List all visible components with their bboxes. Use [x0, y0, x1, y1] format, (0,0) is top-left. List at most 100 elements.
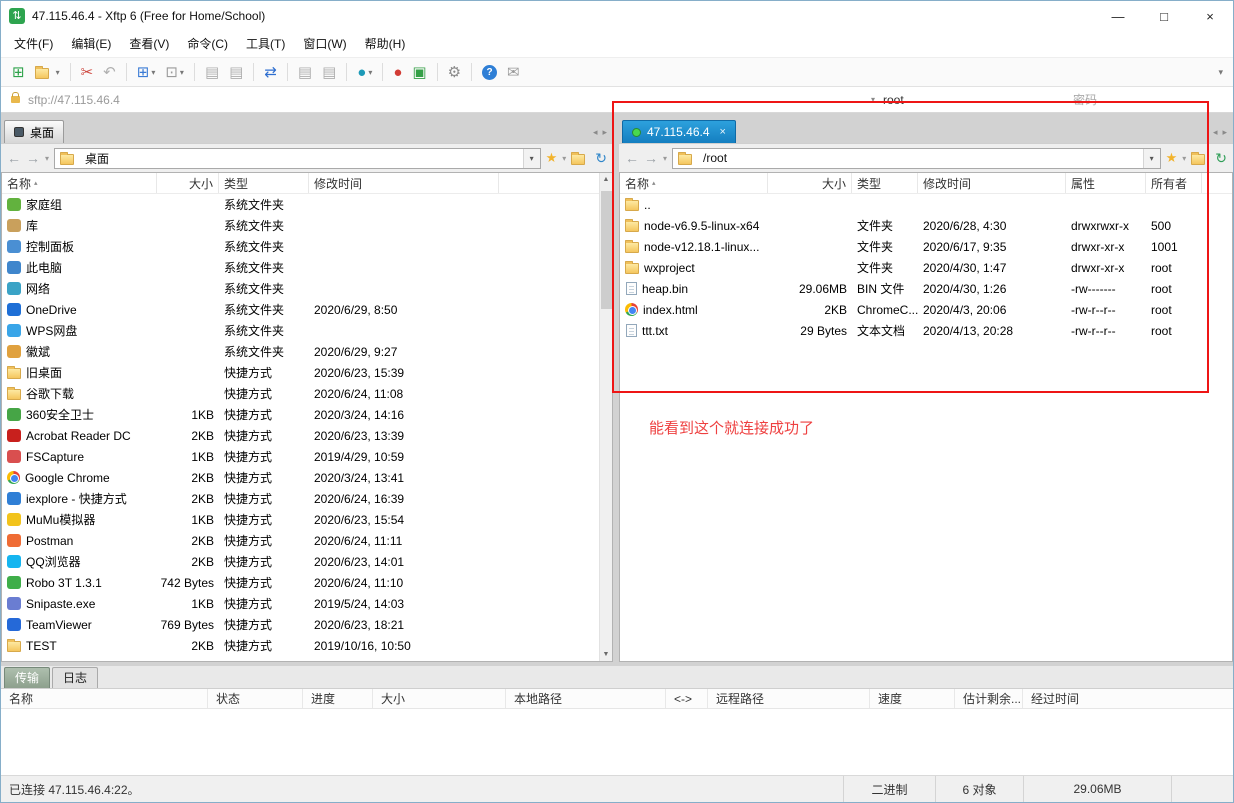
favorites-caret-icon[interactable]: ▾ — [562, 154, 566, 163]
tab-scroll-right-icon[interactable]: ▸ — [602, 127, 607, 138]
paste-doc-button[interactable]: ▤ — [225, 60, 247, 84]
menu-w[interactable]: 窗口(W) — [294, 33, 355, 55]
file-row[interactable]: 库 系统文件夹 — [2, 215, 612, 236]
history-caret-icon[interactable]: ▾ — [663, 154, 667, 163]
file-row[interactable]: MuMu模拟器 1KB 快捷方式 2020/6/23, 15:54 — [2, 509, 612, 530]
transfer-column-0[interactable]: 名称 — [1, 689, 208, 708]
file-row[interactable]: 网络 系统文件夹 — [2, 278, 612, 299]
cut-button[interactable]: ✂ — [77, 60, 98, 84]
transfer-column-3[interactable]: 大小 — [373, 689, 506, 708]
file-row[interactable]: index.html 2KB ChromeC... 2020/4/3, 20:06 -r… — [620, 299, 1232, 320]
local-tab-desktop[interactable]: 桌面 — [4, 120, 65, 143]
compare-right-button[interactable]: ▤ — [318, 60, 340, 84]
file-row[interactable]: node-v12.18.1-linux... 文件夹 2020/6/17, 9:35… — [620, 236, 1232, 257]
forward-icon[interactable]: → — [26, 151, 40, 165]
file-row[interactable]: 此电脑 系统文件夹 — [2, 257, 612, 278]
file-row[interactable]: 徽斌 系统文件夹 2020/6/29, 9:27 — [2, 341, 612, 362]
column-header-size[interactable]: 大小 — [768, 173, 852, 193]
transfer-column-7[interactable]: 速度 — [870, 689, 955, 708]
file-row[interactable]: wxproject 文件夹 2020/4/30, 1:47 drwxr-xr-x roo… — [620, 257, 1232, 278]
scrollbar-thumb[interactable] — [601, 191, 612, 309]
history-caret-icon[interactable]: ▾ — [45, 154, 49, 163]
tab-scroll-left-icon[interactable]: ◂ — [1213, 127, 1218, 138]
help-button[interactable]: ? — [478, 60, 501, 84]
file-row[interactable]: 旧桌面 快捷方式 2020/6/23, 15:39 — [2, 362, 612, 383]
file-row[interactable]: .. — [620, 194, 1232, 215]
file-row[interactable]: WPS网盘 系统文件夹 — [2, 320, 612, 341]
undo-button[interactable]: ↶ — [99, 60, 120, 84]
minimize-button[interactable]: — — [1095, 1, 1141, 31]
tab-log[interactable]: 日志 — [52, 667, 99, 688]
file-row[interactable]: iexplore - 快捷方式 2KB 快捷方式 2020/6/24, 16:39 — [2, 488, 612, 509]
home-folder-icon[interactable] — [1191, 151, 1206, 165]
settings-button[interactable]: ⚙ — [444, 60, 465, 84]
menu-v[interactable]: 查看(V) — [120, 33, 178, 55]
file-row[interactable]: Postman 2KB 快捷方式 2020/6/24, 11:11 — [2, 530, 612, 551]
remote-tab-session[interactable]: 47.115.46.4 × — [622, 120, 736, 143]
combo-caret-icon[interactable]: ▾ — [1142, 148, 1160, 168]
file-row[interactable]: 控制面板 系统文件夹 — [2, 236, 612, 257]
username-field[interactable] — [883, 92, 1073, 107]
column-header-type[interactable]: 类型 — [852, 173, 918, 193]
window-layout-button[interactable]: ⊡ ▾ — [161, 60, 188, 84]
column-header-attr[interactable]: 属性 — [1066, 173, 1146, 193]
file-row[interactable]: Snipaste.exe 1KB 快捷方式 2019/5/24, 14:03 — [2, 593, 612, 614]
file-row[interactable]: FSCapture 1KB 快捷方式 2019/4/29, 10:59 — [2, 446, 612, 467]
back-icon[interactable]: ← — [7, 151, 21, 165]
open-session-button[interactable]: ▾ — [31, 60, 64, 84]
refresh-icon[interactable]: ↻ — [595, 151, 607, 165]
address-input[interactable] — [28, 92, 863, 107]
tab-close-icon[interactable]: × — [720, 126, 726, 138]
toolbar-overflow-icon[interactable]: ▾ — [1218, 67, 1227, 78]
new-transfer-button[interactable]: ⊞ ▾ — [133, 60, 160, 84]
feedback-button[interactable]: ✉ — [503, 60, 524, 84]
file-row[interactable]: QQ浏览器 2KB 快捷方式 2020/6/23, 14:01 — [2, 551, 612, 572]
favorites-icon[interactable]: ★ — [1166, 150, 1178, 166]
address-caret-icon[interactable]: ▾ — [871, 95, 875, 104]
execute-button[interactable]: ▣ — [408, 60, 430, 84]
home-folder-icon[interactable] — [571, 151, 586, 165]
record-button[interactable]: ● — [389, 60, 406, 84]
transfer-column-1[interactable]: 状态 — [208, 689, 303, 708]
tab-scroll-left-icon[interactable]: ◂ — [593, 127, 598, 138]
transfer-column-5[interactable]: <-> — [666, 689, 708, 708]
remote-path-combo[interactable]: /root ▾ — [672, 147, 1161, 169]
local-path-combo[interactable]: 桌面 ▾ — [54, 147, 541, 169]
file-row[interactable]: Google Chrome 2KB 快捷方式 2020/3/24, 13:41 — [2, 467, 612, 488]
menu-c[interactable]: 命令(C) — [178, 33, 237, 55]
refresh-icon[interactable]: ↻ — [1215, 151, 1227, 165]
menu-e[interactable]: 编辑(E) — [62, 33, 120, 55]
transfer-column-2[interactable]: 进度 — [303, 689, 373, 708]
favorites-icon[interactable]: ★ — [546, 150, 558, 166]
column-header-type[interactable]: 类型 — [219, 173, 309, 193]
column-header-size[interactable]: 大小 — [157, 173, 219, 193]
file-row[interactable]: OneDrive 系统文件夹 2020/6/29, 8:50 — [2, 299, 612, 320]
menu-f[interactable]: 文件(F) — [5, 33, 62, 55]
transfer-column-6[interactable]: 远程路径 — [708, 689, 870, 708]
tab-transfer[interactable]: 传输 — [4, 667, 51, 688]
new-session-button[interactable]: ⊞ — [8, 60, 29, 84]
file-row[interactable]: TeamViewer 769 Bytes 快捷方式 2020/6/23, 18:21 — [2, 614, 612, 635]
file-row[interactable]: TEST 2KB 快捷方式 2019/10/16, 10:50 — [2, 635, 612, 656]
file-row[interactable]: Robo 3T 1.3.1 742 Bytes 快捷方式 2020/6/24, 11:… — [2, 572, 612, 593]
file-row[interactable]: node-v6.9.5-linux-x64 文件夹 2020/6/28, 4:30 d… — [620, 215, 1232, 236]
menu-t[interactable]: 工具(T) — [237, 33, 294, 55]
file-row[interactable]: 360安全卫士 1KB 快捷方式 2020/3/24, 14:16 — [2, 404, 612, 425]
back-icon[interactable]: ← — [625, 151, 639, 165]
forward-icon[interactable]: → — [644, 151, 658, 165]
file-row[interactable]: 谷歌下载 快捷方式 2020/6/24, 11:08 — [2, 383, 612, 404]
favorites-caret-icon[interactable]: ▾ — [1182, 154, 1186, 163]
scroll-up-icon[interactable]: ▲ — [603, 176, 610, 183]
file-row[interactable]: 家庭组 系统文件夹 — [2, 194, 612, 215]
combo-caret-icon[interactable]: ▾ — [522, 148, 540, 168]
maximize-button[interactable]: □ — [1141, 1, 1187, 31]
column-header-owner[interactable]: 所有者 — [1146, 173, 1202, 193]
close-button[interactable]: × — [1187, 1, 1233, 31]
menu-h[interactable]: 帮助(H) — [356, 33, 415, 55]
local-scrollbar[interactable]: ▲ ▼ — [599, 173, 612, 661]
transfer-column-9[interactable]: 经过时间 — [1023, 689, 1233, 708]
tab-scroll-right-icon[interactable]: ▸ — [1222, 127, 1227, 138]
transfer-column-4[interactable]: 本地路径 — [506, 689, 666, 708]
sync-browsing-button[interactable]: ⇄ — [260, 60, 281, 84]
web-browser-button[interactable]: ● ▾ — [353, 60, 376, 84]
